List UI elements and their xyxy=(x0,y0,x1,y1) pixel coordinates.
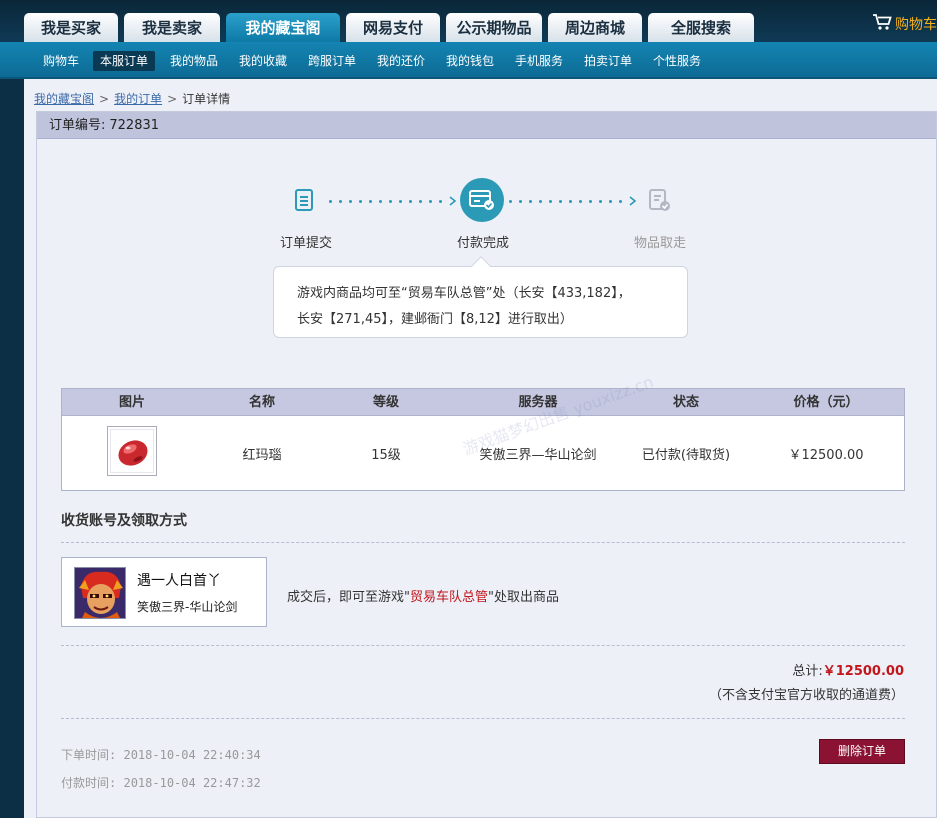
tab-my-treasure[interactable]: 我的藏宝阁 xyxy=(226,13,340,42)
subnav-auction-orders[interactable]: 拍卖订单 xyxy=(577,51,639,71)
top-tab-bar: 我是买家 我是卖家 我的藏宝阁 网易支付 公示期物品 周边商城 全服搜索 购物车 xyxy=(0,0,937,42)
pickup-suffix: "处取出商品 xyxy=(488,590,559,605)
pickup-npc: 贸易车队总管 xyxy=(409,590,488,605)
receive-account-card: 遇一人白首丫 笑傲三界-华山论剑 xyxy=(61,557,267,627)
subnav-mobile-service[interactable]: 手机服务 xyxy=(508,51,570,71)
order-header: 订单编号: 722831 xyxy=(37,112,936,139)
col-level: 等级 xyxy=(372,395,399,410)
total-label: 总计: xyxy=(792,664,823,679)
item-image-cell xyxy=(62,426,202,480)
fee-note: （不含支付宝官方收取的通道费） xyxy=(708,688,904,703)
items-table-header: 图片 名称 等级 服务器 状态 价格（元） xyxy=(62,389,904,416)
item-price: ￥12500.00 xyxy=(788,447,864,463)
pickup-instruction: 成交后，即可至游戏"贸易车队总管"处取出商品 xyxy=(287,586,559,605)
step-label-paid: 付款完成 xyxy=(457,236,510,251)
item-level: 15级 xyxy=(371,447,401,463)
item-picked-step-icon xyxy=(637,178,681,222)
account-name: 遇一人白首丫 xyxy=(137,573,221,589)
breadcrumb-separator: > xyxy=(99,92,110,106)
subnav-my-bargains[interactable]: 我的还价 xyxy=(370,51,432,71)
avatar xyxy=(74,567,126,619)
subnav-cross-server-orders[interactable]: 跨服订单 xyxy=(301,51,363,71)
divider xyxy=(61,718,905,719)
breadcrumb: 我的藏宝阁 > 我的订单 > 订单详情 xyxy=(34,90,230,107)
chevron-right-icon xyxy=(629,196,637,206)
tab-public-items[interactable]: 公示期物品 xyxy=(446,13,542,42)
step-label-picked: 物品取走 xyxy=(634,236,687,251)
sub-nav: 购物车 本服订单 我的物品 我的收藏 跨服订单 我的还价 我的钱包 手机服务 拍… xyxy=(0,42,937,79)
tab-merch-store[interactable]: 周边商城 xyxy=(548,13,642,42)
tip-line-2: 长安【271,45】，建邺衙门【8,12】进行取出） xyxy=(297,312,573,327)
order-submit-step-icon xyxy=(282,178,326,222)
receive-section-title: 收货账号及领取方式 xyxy=(61,513,187,529)
divider xyxy=(61,645,905,646)
breadcrumb-orders-link[interactable]: 我的订单 xyxy=(114,92,162,106)
main-panel: 我的藏宝阁 > 我的订单 > 订单详情 订单编号: 722831 订单提交 付款完成 物品… xyxy=(24,79,937,818)
pay-time-row: 付款时间: 2018-10-04 22:47:32 xyxy=(61,774,261,791)
cart-label: 购物车 xyxy=(895,17,937,33)
subnav-personal-service[interactable]: 个性服务 xyxy=(646,51,708,71)
order-time-label: 下单时间: xyxy=(61,748,117,762)
red-agate-icon xyxy=(118,440,148,466)
total-value: ￥12500.00 xyxy=(822,664,904,679)
divider xyxy=(61,542,905,543)
pay-time-label: 付款时间: xyxy=(61,776,117,790)
order-number-label: 订单编号: xyxy=(49,118,106,133)
pay-time: 2018-10-04 22:47:32 xyxy=(123,776,261,790)
tab-global-search[interactable]: 全服搜索 xyxy=(648,13,754,42)
item-thumbnail[interactable] xyxy=(107,426,157,476)
step-connector-1 xyxy=(329,196,457,206)
chevron-right-icon xyxy=(449,196,457,206)
item-name: 红玛瑙 xyxy=(242,447,282,463)
col-price: 价格（元） xyxy=(793,395,859,410)
order-total: 总计:￥12500.00 xyxy=(792,660,904,679)
subnav-favorites[interactable]: 我的收藏 xyxy=(232,51,294,71)
tab-netease-pay[interactable]: 网易支付 xyxy=(346,13,440,42)
pickup-tip-box: 游戏内商品均可至“贸易车队总管”处（长安【433,182】， 长安【271,45… xyxy=(273,266,688,338)
order-detail-box: 订单编号: 722831 订单提交 付款完成 物品取走 游戏内商品均可至“贸易车队… xyxy=(36,111,937,818)
breadcrumb-home-link[interactable]: 我的藏宝阁 xyxy=(34,92,94,106)
col-image: 图片 xyxy=(118,395,145,410)
tab-buyer[interactable]: 我是买家 xyxy=(24,13,118,42)
cart-icon xyxy=(872,13,892,38)
item-status: 已付款(待取货) xyxy=(641,447,731,463)
pickup-prefix: 成交后，即可至游戏" xyxy=(287,590,410,605)
col-name: 名称 xyxy=(248,395,275,410)
subnav-wallet[interactable]: 我的钱包 xyxy=(439,51,501,71)
order-time: 2018-10-04 22:40:34 xyxy=(123,748,261,762)
cart-link[interactable]: 购物车 xyxy=(872,13,937,38)
tip-line-1: 游戏内商品均可至“贸易车队总管”处（长安【433,182】， xyxy=(297,286,631,301)
breadcrumb-separator: > xyxy=(167,92,178,106)
order-number: 722831 xyxy=(109,118,160,133)
account-server: 笑傲三界-华山论剑 xyxy=(137,600,238,614)
subnav-server-orders[interactable]: 本服订单 xyxy=(93,51,156,71)
payment-done-step-icon xyxy=(460,178,504,222)
subnav-my-items[interactable]: 我的物品 xyxy=(163,51,225,71)
breadcrumb-current: 订单详情 xyxy=(182,92,231,106)
step-label-submit: 订单提交 xyxy=(280,236,333,251)
order-time-row: 下单时间: 2018-10-04 22:40:34 xyxy=(61,746,261,763)
delete-order-button[interactable]: 删除订单 xyxy=(819,739,905,764)
tab-seller[interactable]: 我是卖家 xyxy=(124,13,220,42)
subnav-cart[interactable]: 购物车 xyxy=(36,51,86,71)
step-connector-2 xyxy=(509,196,637,206)
